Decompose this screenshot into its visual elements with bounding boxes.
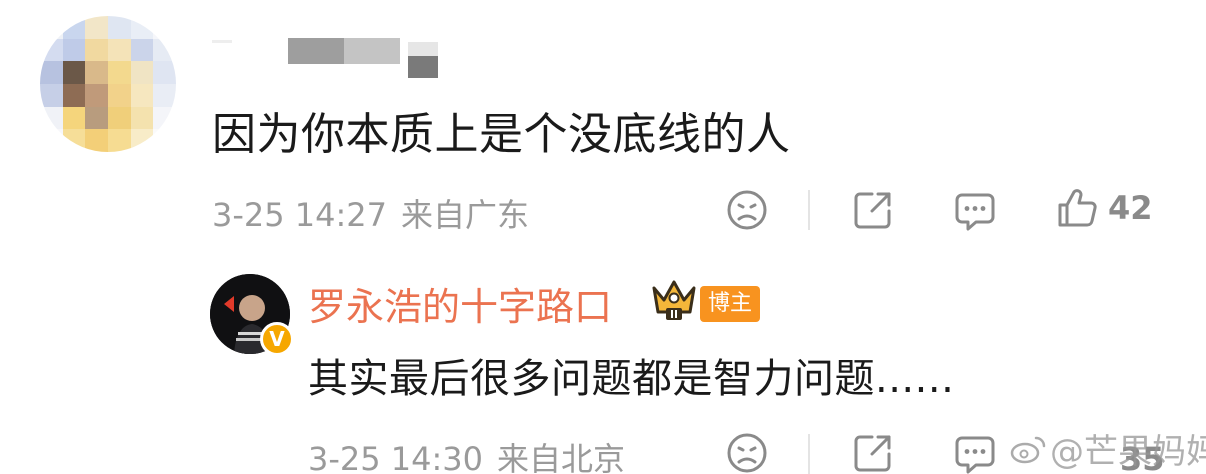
reply-face-button[interactable] [726,432,768,474]
comment-meta: 3-25 14:27 来自广东 [212,190,529,236]
comment-icon [955,436,995,474]
verified-badge: V [260,322,294,356]
comment-icon [955,193,995,231]
commenter-name[interactable] [212,34,452,80]
reply-meta: 3-25 14:30 来自北京 [308,434,625,474]
reply-text: 其实最后很多问题都是智力问题...... [308,356,955,402]
face-icon [727,433,767,473]
comment-text: 因为你本质上是个没底线的人 [212,109,791,160]
share-icon [854,192,891,229]
blogger-badge: 博主 [700,286,761,322]
commenter-avatar[interactable] [40,16,176,152]
reply-location: 来自北京 [497,440,626,474]
weibo-logo-icon [1010,436,1046,463]
like-icon [1058,189,1097,227]
face-button[interactable] [726,189,768,231]
reply-author-name[interactable]: 罗永浩的十字路口 [308,276,612,331]
reply-comment-button[interactable] [954,434,996,474]
crown-icon [650,278,698,326]
like-button[interactable]: 42 [1056,187,1153,229]
watermark: @芒果妈妈 [1010,424,1206,473]
reply-time: 3-25 14:30 [308,440,484,474]
share-icon [854,435,891,472]
comment-button[interactable] [954,191,996,233]
comment-location: 来自广东 [401,196,530,234]
action-divider [808,190,810,230]
comment-thread: 因为你本质上是个没底线的人 3-25 14:27 来自广东 42 V 罗永浩的十… [0,0,1206,474]
watermark-text: @芒果妈妈 [1050,432,1206,472]
reply-action-divider [808,434,810,474]
like-count: 42 [1108,189,1153,227]
reply-share-button[interactable] [852,432,894,474]
comment-time: 3-25 14:27 [212,196,388,234]
share-button[interactable] [852,189,894,231]
face-icon [727,190,767,230]
